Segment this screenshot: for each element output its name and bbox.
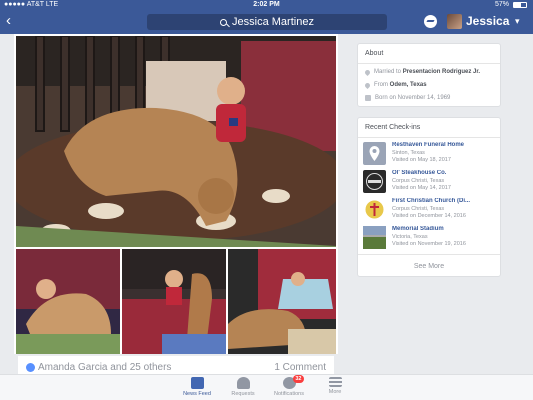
avatar[interactable] <box>447 14 462 29</box>
messenger-icon[interactable] <box>424 15 437 28</box>
home-icon <box>363 81 372 89</box>
divider <box>358 254 500 255</box>
comment-count[interactable]: 1 Comment <box>274 362 326 373</box>
spouse-link[interactable]: Presentacion Rodriguez Jr. <box>403 69 480 75</box>
married-prefix: Married to <box>374 69 403 75</box>
photo-thumb-1-image <box>16 249 120 354</box>
tab-label: Notifications <box>274 391 304 397</box>
from-prefix: From <box>374 82 390 88</box>
like-icon <box>26 363 35 372</box>
photo-thumb-1[interactable] <box>16 249 120 354</box>
search-field[interactable]: Jessica Martinez <box>147 14 387 30</box>
notification-badge: 32 <box>293 375 304 383</box>
born-text: Born on November 14, 1969 <box>375 95 451 101</box>
tab-news-feed[interactable]: News Feed <box>172 377 222 397</box>
heart-icon <box>363 68 372 76</box>
status-right: 57% <box>495 1 527 8</box>
checkin-item[interactable]: Resthaven Funeral Home Sinton, Texas Vis… <box>363 141 499 167</box>
photo-thumb-2[interactable] <box>122 249 226 354</box>
about-title: About <box>365 50 384 57</box>
tab-requests[interactable]: Requests <box>218 377 268 397</box>
tab-bar: News Feed Requests 32 Notifications More <box>0 374 533 400</box>
photo-main-image <box>16 36 336 247</box>
hometown-link[interactable]: Odem, Texas <box>390 82 427 88</box>
checkin-location: Sinton, Texas <box>392 150 425 156</box>
checkin-visited: Visited on December 14, 2016 <box>392 213 466 219</box>
divider <box>358 137 500 138</box>
photo-collage <box>14 34 338 354</box>
nav-bar: ‹ Jessica Martinez Jessica ▾ <box>0 11 533 33</box>
checkins-card: Recent Check-ins Resthaven Funeral Home … <box>357 117 501 277</box>
birthday-icon <box>365 95 371 101</box>
battery-percent: 57% <box>494 1 509 8</box>
about-card: About Married to Presentacion Rodriguez … <box>357 43 501 107</box>
status-bar: ●●●●● AT&T LTE 2:02 PM 57% <box>0 0 533 10</box>
photo-thumb-2-image <box>122 249 226 354</box>
checkin-location: Victoria, Texas <box>392 234 428 240</box>
checkin-location: Corpus Christi, Texas <box>392 206 445 212</box>
checkin-location: Corpus Christi, Texas <box>392 178 445 184</box>
globe-icon: 32 <box>282 375 304 389</box>
checkins-title: Recent Check-ins <box>365 124 421 131</box>
tab-more[interactable]: More <box>310 377 360 395</box>
checkin-name[interactable]: Resthaven Funeral Home <box>392 142 498 148</box>
church-logo <box>363 198 386 221</box>
stadium-photo <box>363 226 386 249</box>
tab-label: News Feed <box>183 391 211 397</box>
about-from: From Odem, Texas <box>363 81 427 89</box>
battery-icon <box>513 1 527 8</box>
friend-requests-icon <box>236 377 250 389</box>
profile-name-button[interactable]: Jessica <box>466 14 509 28</box>
checkin-item[interactable]: Ol' Steakhouse Co. Corpus Christi, Texas… <box>363 169 499 195</box>
photo-thumb-3[interactable] <box>228 249 336 354</box>
tab-label: More <box>328 389 342 395</box>
checkin-visited: Visited on November 19, 2016 <box>392 241 466 247</box>
top-bar: ●●●●● AT&T LTE 2:02 PM 57% ‹ Jessica Mar… <box>0 0 533 34</box>
chevron-down-icon[interactable]: ▾ <box>515 16 520 27</box>
menu-icon <box>328 377 342 387</box>
divider <box>358 63 500 64</box>
checkin-name[interactable]: First Christian Church (Di... <box>392 198 498 204</box>
reactions-summary[interactable]: Amanda Garcia and 25 others <box>38 362 171 373</box>
checkin-item[interactable]: First Christian Church (Di... Corpus Chr… <box>363 197 499 223</box>
clock: 2:02 PM <box>253 1 280 8</box>
checkin-name[interactable]: Ol' Steakhouse Co. <box>392 170 498 176</box>
photo-main[interactable] <box>16 36 336 247</box>
about-born: Born on November 14, 1969 <box>365 95 450 101</box>
location-pin-icon <box>363 142 386 165</box>
about-married: Married to Presentacion Rodriguez Jr. <box>363 68 480 76</box>
tab-label: Requests <box>231 391 255 397</box>
search-icon <box>220 18 228 26</box>
checkin-visited: Visited on May 18, 2017 <box>392 157 451 163</box>
see-more-link[interactable]: See More <box>358 263 500 270</box>
back-button[interactable]: ‹ <box>6 13 11 29</box>
photo-thumb-3-image <box>228 249 336 354</box>
news-feed-icon <box>190 377 204 389</box>
tab-notifications[interactable]: 32 Notifications <box>264 375 314 397</box>
checkin-name[interactable]: Memorial Stadium <box>392 226 498 232</box>
steakhouse-logo <box>363 170 386 193</box>
search-value: Jessica Martinez <box>232 16 314 28</box>
checkin-visited: Visited on May 14, 2017 <box>392 185 451 191</box>
checkin-item[interactable]: Memorial Stadium Victoria, Texas Visited… <box>363 225 499 251</box>
